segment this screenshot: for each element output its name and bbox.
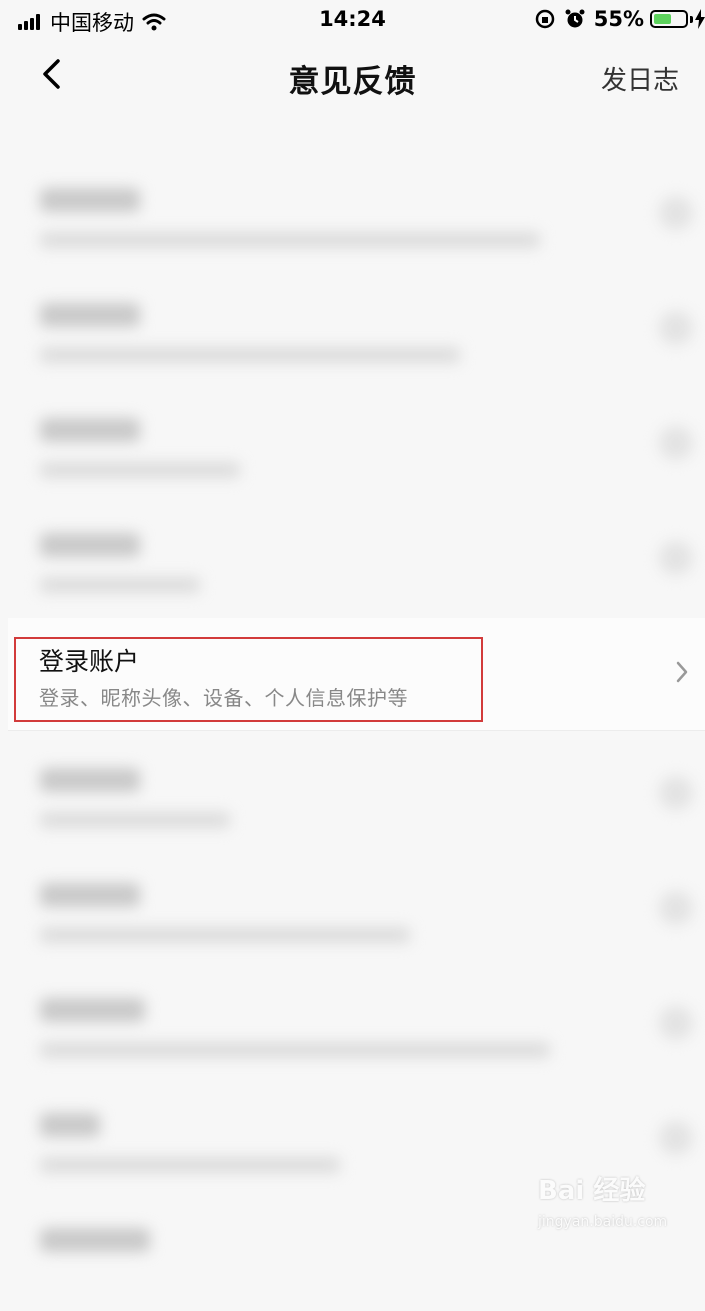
alarm-icon (565, 9, 585, 28)
blurred-list-item[interactable] (0, 271, 705, 386)
page-title: 意见反馈 (288, 64, 417, 100)
status-bar: 中国移动 14:24 55% (0, 0, 705, 40)
blurred-list-item[interactable] (0, 851, 705, 966)
send-log-button[interactable]: 发日志 (601, 60, 679, 97)
nav-bar: 意见反馈 发日志 (0, 40, 705, 106)
feedback-category-list: 登录账户 登录、昵称头像、设备、个人信息保护等 (0, 106, 705, 1252)
blurred-list-item[interactable] (0, 966, 705, 1081)
status-right: 55% (534, 7, 705, 31)
battery-tip (690, 15, 693, 23)
baidu-jingyan-watermark: Bai 经验 jingyan.baidu.com (538, 1170, 688, 1242)
blurred-list-item[interactable] (0, 501, 705, 616)
blurred-list-item[interactable] (0, 386, 705, 501)
account-login-subtitle: 登录、昵称头像、设备、个人信息保护等 (39, 686, 408, 710)
battery-percent: 55% (593, 7, 644, 31)
battery-icon (650, 10, 688, 28)
account-login-title: 登录账户 (39, 647, 140, 676)
rotation-lock-icon (535, 9, 554, 29)
account-login-item[interactable]: 登录账户 登录、昵称头像、设备、个人信息保护等 (8, 618, 705, 731)
watermark-url: jingyan.baidu.com (538, 1214, 668, 1230)
blurred-list-item[interactable] (0, 156, 705, 271)
watermark-brand: Bai 经验 (538, 1176, 646, 1206)
blurred-list-item[interactable] (0, 736, 705, 851)
charging-icon (695, 9, 705, 29)
chevron-right-icon (676, 661, 688, 683)
